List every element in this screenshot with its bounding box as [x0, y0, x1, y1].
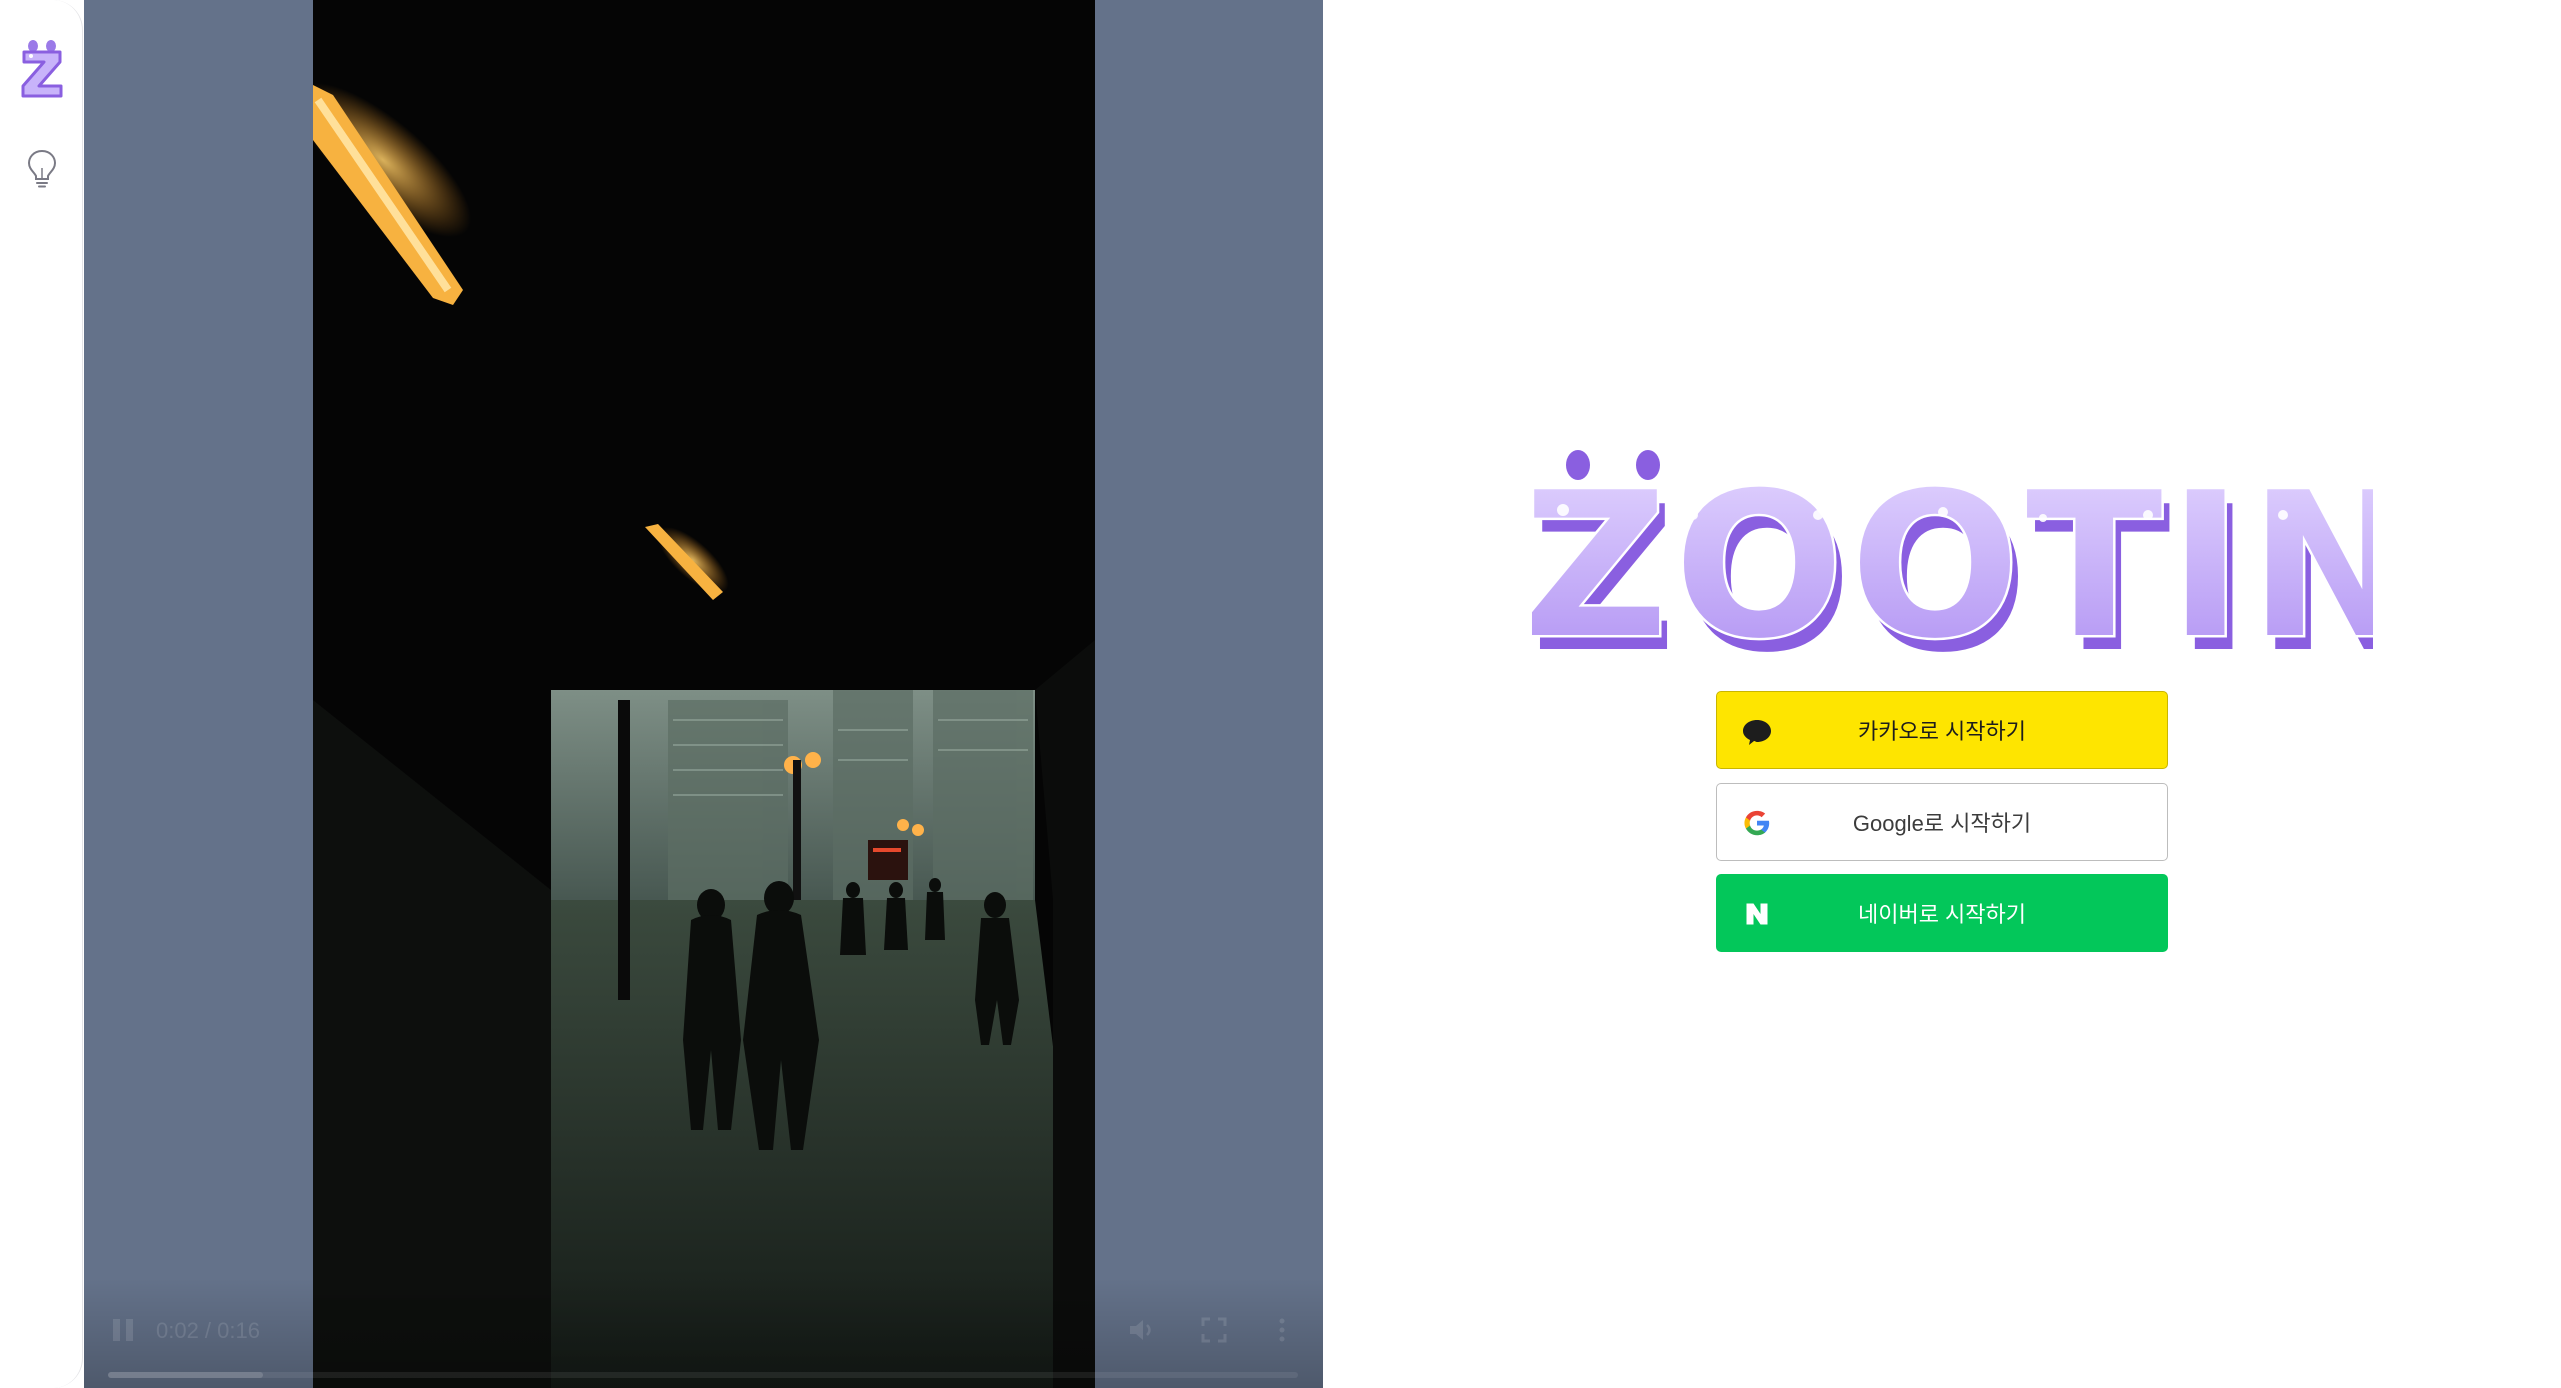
google-login-label: Google로 시작하기 — [1852, 811, 2032, 836]
video-time-label: 0:02 / 0:16 — [156, 1318, 260, 1343]
kakao-login-label: 카카오로 시작하기 — [1857, 719, 2027, 744]
zooting-z-icon[interactable] — [19, 40, 65, 100]
fullscreen-icon[interactable] — [1200, 1316, 1228, 1344]
video-progress-bar[interactable] — [108, 1372, 1298, 1378]
naver-login-label: 네이버로 시작하기 — [1857, 902, 2027, 927]
video-controls: 0:02 / 0:16 — [84, 1278, 1323, 1388]
kakao-speech-bubble-icon — [1741, 715, 1773, 747]
login-panel: ZOOTING ZOOTING 카카오로 시작하기 — [1323, 0, 2561, 1388]
video-progress-fill — [108, 1372, 263, 1378]
volume-icon[interactable] — [1127, 1316, 1157, 1344]
video-still-image — [313, 0, 1095, 1388]
video-frame — [313, 0, 1095, 1388]
naver-n-icon — [1741, 898, 1773, 930]
google-g-icon — [1741, 807, 1773, 839]
google-login-button[interactable]: Google로 시작하기 — [1716, 783, 2168, 861]
more-vertical-icon[interactable] — [1274, 1316, 1290, 1344]
zooting-logo: ZOOTING ZOOTING — [1521, 440, 2561, 698]
lightbulb-icon[interactable] — [25, 148, 59, 188]
kakao-login-button[interactable]: 카카오로 시작하기 — [1716, 691, 2168, 769]
pause-icon[interactable] — [110, 1316, 136, 1344]
naver-login-button[interactable]: 네이버로 시작하기 — [1716, 874, 2168, 952]
video-player[interactable]: 0:02 / 0:16 — [84, 0, 1323, 1388]
svg-text:ZOOTING: ZOOTING — [1523, 450, 2373, 670]
side-rail — [0, 0, 83, 1388]
